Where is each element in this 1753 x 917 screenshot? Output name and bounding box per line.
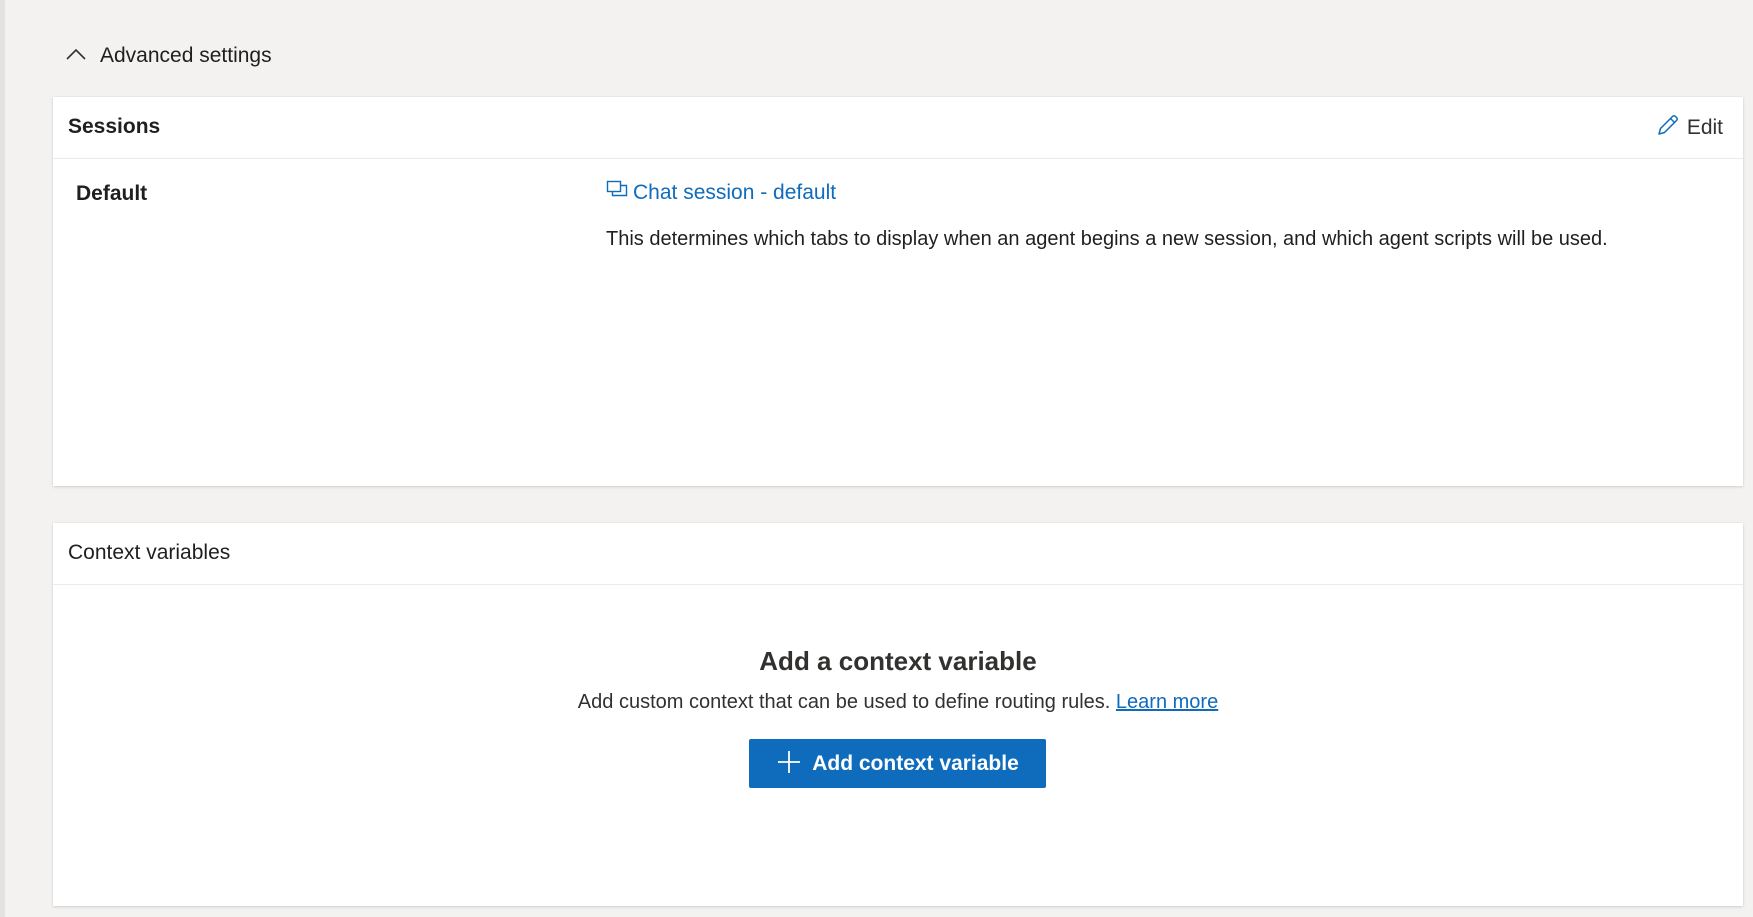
add-context-variable-button[interactable]: Add context variable bbox=[749, 739, 1046, 788]
chat-session-link[interactable]: Chat session - default bbox=[606, 179, 836, 206]
advanced-settings-title: Advanced settings bbox=[100, 44, 272, 67]
sessions-card-header: Sessions Edit bbox=[53, 97, 1743, 159]
edit-label: Edit bbox=[1686, 115, 1723, 139]
plus-icon bbox=[776, 749, 802, 778]
context-variables-title: Context variables bbox=[68, 541, 231, 564]
add-context-variable-label: Add context variable bbox=[812, 751, 1019, 775]
advanced-settings-toggle[interactable]: Advanced settings bbox=[64, 40, 272, 72]
learn-more-link[interactable]: Learn more bbox=[1116, 691, 1218, 713]
context-card-header: Context variables bbox=[53, 523, 1743, 585]
left-border bbox=[0, 0, 5, 917]
empty-state-text: Add custom context that can be used to d… bbox=[577, 691, 1111, 713]
empty-state-description: Add custom context that can be used to d… bbox=[53, 691, 1743, 714]
context-variables-card: Context variables Add a context variable… bbox=[53, 523, 1743, 906]
chat-session-link-text: Chat session - default bbox=[633, 180, 837, 204]
sessions-card: Sessions Edit Default Chat session - def… bbox=[53, 97, 1743, 486]
chat-session-icon bbox=[606, 179, 628, 206]
empty-state-title: Add a context variable bbox=[759, 646, 1037, 676]
default-label: Default bbox=[76, 182, 148, 205]
sessions-title: Sessions bbox=[68, 115, 161, 138]
chevron-up-icon bbox=[64, 42, 88, 71]
pencil-icon bbox=[1655, 112, 1681, 143]
session-description: This determines which tabs to display wh… bbox=[606, 228, 1608, 250]
edit-button[interactable]: Edit bbox=[1655, 112, 1723, 143]
empty-state: Add a context variable Add custom contex… bbox=[53, 646, 1743, 714]
